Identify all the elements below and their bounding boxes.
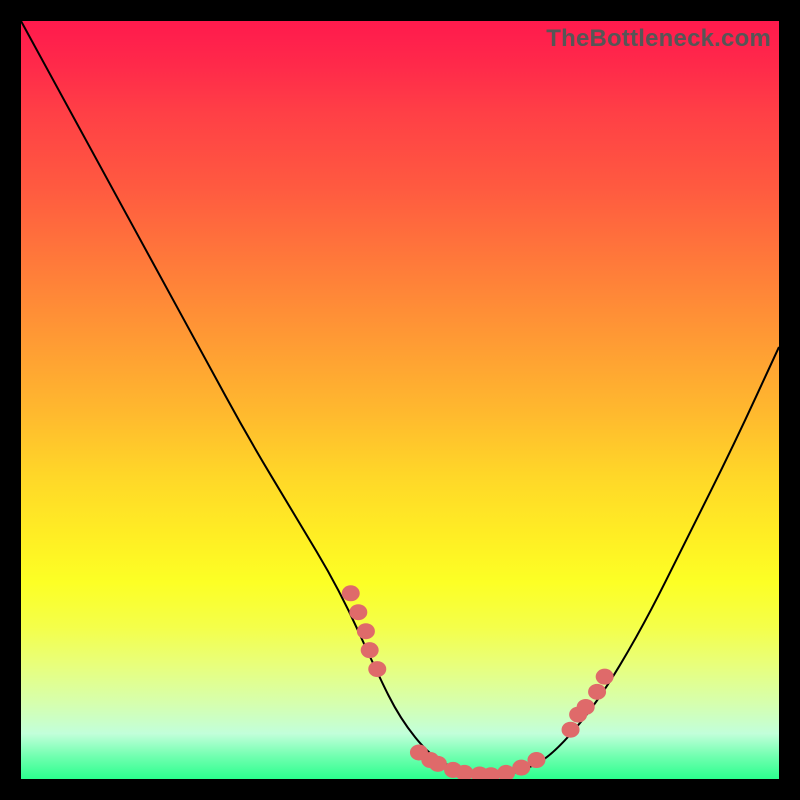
bottleneck-curve [21,21,779,777]
highlight-dots [342,586,613,779]
highlight-dot [369,662,386,677]
highlight-dot [342,586,359,601]
plot-area: TheBottleneck.com [21,21,779,779]
highlight-dot [498,765,515,779]
highlight-dot [596,669,613,684]
highlight-dot [456,765,473,779]
watermark-text: TheBottleneck.com [546,25,771,53]
highlight-dot [410,745,427,760]
highlight-dot [482,768,499,779]
highlight-dot [422,753,439,768]
highlight-dot [589,684,606,699]
highlight-dot [471,767,488,779]
curve-svg [21,21,779,779]
highlight-dot [562,722,579,737]
highlight-dot [350,605,367,620]
highlight-dot [513,760,530,775]
highlight-dot [528,753,545,768]
chart-frame: TheBottleneck.com [0,0,800,800]
highlight-dot [445,762,462,777]
highlight-dot [570,707,587,722]
highlight-dot [577,699,594,714]
highlight-dot [361,643,378,658]
highlight-dot [357,624,374,639]
highlight-dot [429,756,446,771]
